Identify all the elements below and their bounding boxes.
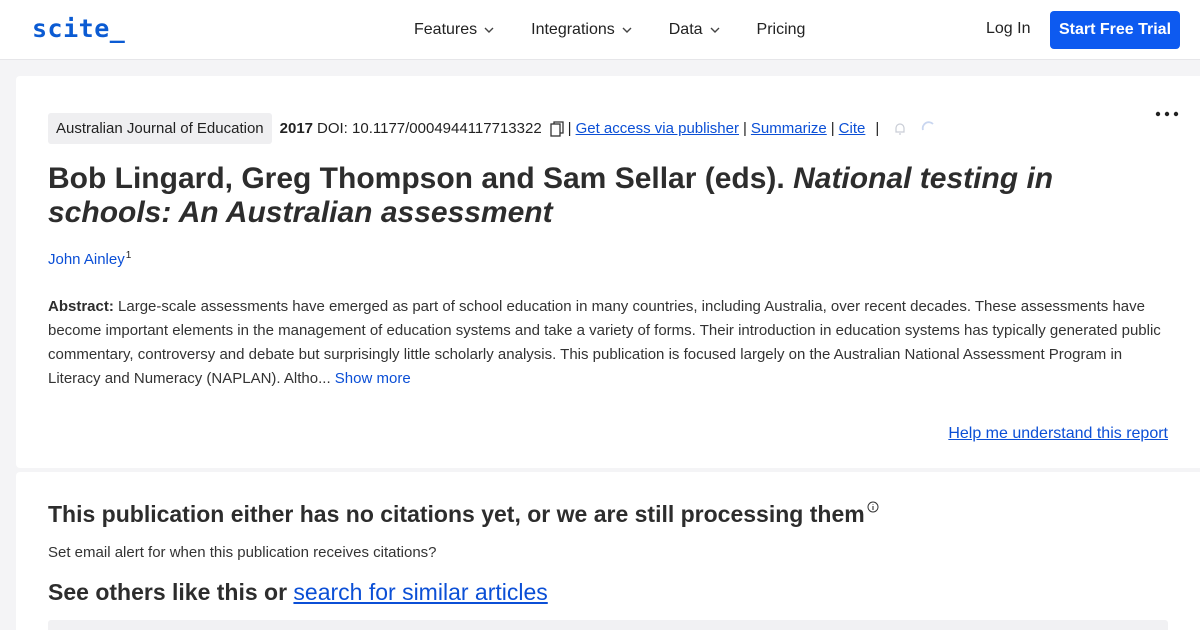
info-icon[interactable] <box>867 501 879 513</box>
abstract-text: Large-scale assessments have emerged as … <box>48 298 1161 387</box>
separator: | <box>830 120 835 137</box>
get-access-link[interactable]: Get access via publisher <box>576 120 739 137</box>
loading-spinner-icon <box>922 120 934 130</box>
separator: | <box>567 120 572 137</box>
main-nav: Features Integrations Data Pricing <box>414 0 841 60</box>
article-card: Australian Journal of Education 2017 DOI… <box>16 76 1200 468</box>
copy-icon[interactable] <box>550 120 564 137</box>
title-plain: Bob Lingard, Greg Thompson and Sam Sella… <box>48 162 794 195</box>
chevron-down-icon <box>622 27 632 33</box>
nav-features-label: Features <box>414 21 478 38</box>
no-citations-text: This publication either has no citations… <box>48 501 865 527</box>
article-title: Bob Lingard, Greg Thompson and Sam Sella… <box>48 162 1178 230</box>
nav-integrations[interactable]: Integrations <box>531 21 633 39</box>
scite-logo[interactable]: scite_ <box>32 14 125 43</box>
nav-data[interactable]: Data <box>669 21 721 39</box>
nav-features[interactable]: Features <box>414 21 495 39</box>
author-link[interactable]: John Ainley1 <box>48 250 131 268</box>
bell-icon[interactable] <box>893 122 907 136</box>
cite-link[interactable]: Cite <box>839 120 866 137</box>
abstract: Abstract: Large-scale assessments have e… <box>48 295 1173 391</box>
email-alert-prompt[interactable]: Set email alert for when this publicatio… <box>48 544 437 561</box>
no-citations-heading: This publication either has no citations… <box>48 501 879 528</box>
doi-text: DOI: 10.1177/0004944117713322 <box>317 120 542 137</box>
nav-pricing[interactable]: Pricing <box>757 21 806 39</box>
abstract-label: Abstract: <box>48 298 114 315</box>
chevron-down-icon <box>484 27 494 33</box>
search-similar-articles-link[interactable]: search for similar articles <box>293 579 547 605</box>
more-options-icon[interactable] <box>1154 110 1180 118</box>
nav-data-label: Data <box>668 21 703 38</box>
chevron-down-icon <box>710 27 720 33</box>
similar-articles-heading: See others like this or search for simil… <box>48 579 548 606</box>
article-meta: Australian Journal of Education 2017 DOI… <box>48 113 937 144</box>
top-navbar: scite_ Features Integrations Data Pricin… <box>0 0 1200 60</box>
nav-pricing-label: Pricing <box>756 21 806 38</box>
start-free-trial-button[interactable]: Start Free Trial <box>1050 11 1180 49</box>
results-box <box>48 620 1168 630</box>
login-link[interactable]: Log In <box>986 20 1030 38</box>
similar-prefix: See others like this or <box>48 579 294 605</box>
author-affiliation: 1 <box>125 250 132 261</box>
citations-card: This publication either has no citations… <box>16 472 1200 630</box>
separator: | <box>875 120 880 137</box>
nav-integrations-label: Integrations <box>531 21 615 38</box>
help-understand-report-link[interactable]: Help me understand this report <box>948 425 1168 443</box>
journal-tag[interactable]: Australian Journal of Education <box>48 113 272 144</box>
show-more-link[interactable]: Show more <box>331 370 411 387</box>
author-name: John Ainley <box>48 251 125 268</box>
separator: | <box>743 120 747 137</box>
publication-year: 2017 <box>279 120 314 137</box>
summarize-link[interactable]: Summarize <box>751 120 827 137</box>
